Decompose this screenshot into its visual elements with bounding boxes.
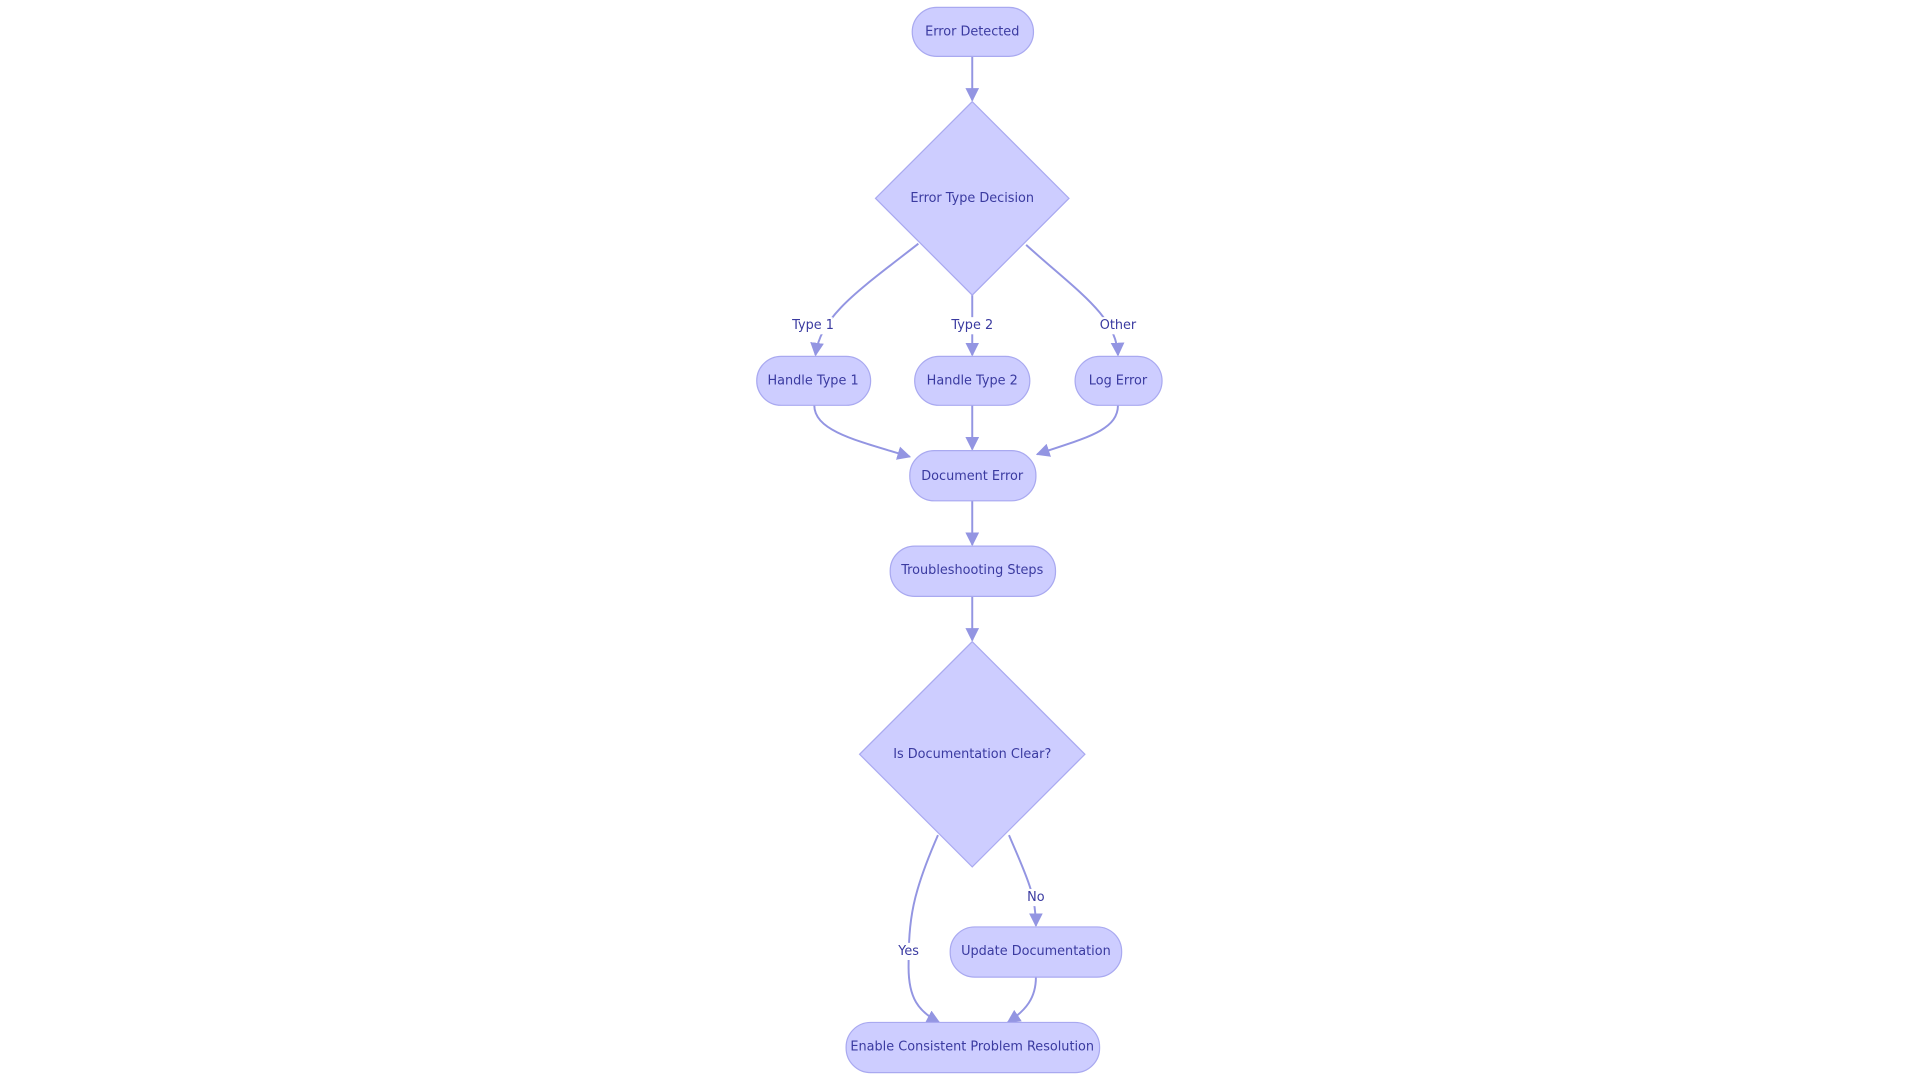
svg-text:Update Documentation: Update Documentation: [961, 944, 1111, 959]
svg-text:No: No: [1027, 890, 1045, 905]
svg-text:Yes: Yes: [897, 944, 919, 959]
node-document-error: Document Error: [909, 450, 1037, 502]
node-troubleshooting-steps: Troubleshooting Steps: [889, 545, 1057, 597]
svg-text:Enable Consistent Problem Reso: Enable Consistent Problem Resolution: [850, 1039, 1094, 1054]
svg-text:Log Error: Log Error: [1089, 373, 1148, 388]
edge-type1: [810, 242, 919, 357]
edge-no: [1008, 834, 1043, 928]
edge-label-no: No: [1024, 888, 1047, 907]
edge-label-yes: Yes: [896, 942, 923, 960]
edge-label-type1: Type 1: [791, 317, 834, 335]
edge-yes: [907, 834, 941, 1024]
node-update-documentation: Update Documentation: [949, 926, 1123, 978]
svg-text:Error Type Decision: Error Type Decision: [910, 191, 1034, 206]
svg-text:Type 1: Type 1: [791, 318, 834, 333]
flowchart: Type 1 Type 2 Other Yes No Error Detecte…: [756, 6, 1163, 1074]
edge-other: [1025, 244, 1125, 357]
svg-text:Handle Type 1: Handle Type 1: [767, 373, 858, 388]
svg-text:Handle Type 2: Handle Type 2: [927, 373, 1018, 388]
edge-label-type2: Type 2: [950, 317, 993, 335]
svg-text:Type 2: Type 2: [950, 318, 993, 333]
edge-type1-to-doc: [813, 405, 912, 460]
node-handle-type1: Handle Type 1: [756, 355, 872, 406]
node-error-type-decision: Error Type Decision: [874, 100, 1070, 296]
edge-log-to-doc: [1035, 405, 1119, 457]
edge-label-other: Other: [1100, 317, 1137, 335]
svg-text:Document Error: Document Error: [921, 469, 1024, 484]
svg-text:Is Documentation Clear?: Is Documentation Clear?: [893, 747, 1051, 762]
edge-update-to-enable: [1006, 977, 1037, 1024]
node-error-detected: Error Detected: [911, 6, 1035, 57]
node-enable-resolution: Enable Consistent Problem Resolution: [845, 1021, 1101, 1074]
node-is-documentation-clear: Is Documentation Clear?: [858, 640, 1086, 868]
node-log-error: Log Error: [1074, 355, 1163, 406]
node-handle-type2: Handle Type 2: [914, 355, 1031, 406]
svg-text:Error Detected: Error Detected: [925, 24, 1019, 39]
svg-text:Troubleshooting Steps: Troubleshooting Steps: [900, 563, 1043, 578]
svg-text:Other: Other: [1100, 318, 1137, 333]
